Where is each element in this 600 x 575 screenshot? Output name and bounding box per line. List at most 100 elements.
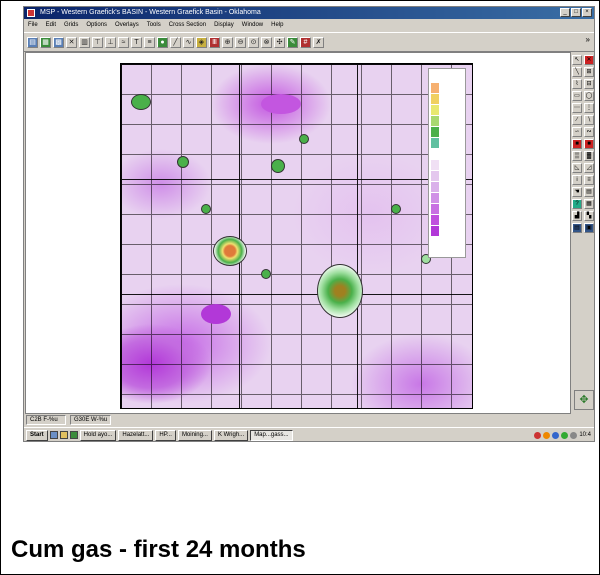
gas-anomaly-small [261, 269, 271, 279]
taskbar-item[interactable]: Hold ayo... [79, 429, 117, 441]
line-tool-icon[interactable]: ╲ [572, 67, 582, 77]
legend-swatch [431, 138, 439, 148]
menu-file[interactable]: File [28, 20, 38, 31]
chart-tool-icon[interactable]: ▟ [572, 211, 582, 221]
taskbar-item[interactable]: K Wrigh... [213, 429, 249, 441]
hatch-tool-icon[interactable]: ▓ [584, 151, 594, 161]
stamp-tool-icon[interactable]: ▤ [584, 187, 594, 197]
delete-tool-icon[interactable]: ✕ [584, 55, 594, 65]
taskbar-item[interactable]: Moining... [177, 429, 212, 441]
hatch-icon[interactable]: # [300, 36, 311, 48]
legend-swatch [431, 160, 439, 170]
list-tool-icon[interactable]: ≡ [584, 175, 594, 185]
well-icon[interactable]: ⊤ [92, 36, 103, 48]
grid-tool-icon[interactable]: ▦ [584, 199, 594, 209]
close-button[interactable]: × [582, 8, 592, 17]
info-tool-icon[interactable]: i [572, 175, 582, 185]
well-symbol-icon[interactable]: ⊥ [105, 36, 116, 48]
line-icon[interactable]: ╱ [170, 36, 181, 48]
palette-icon[interactable]: ◈ [196, 36, 207, 48]
polyline-tool-icon[interactable]: ⌇ [572, 79, 582, 89]
print-icon[interactable]: ▤ [27, 36, 38, 48]
table-tool-icon[interactable]: ▤ [572, 223, 582, 233]
triangle-right-tool-icon[interactable]: ◿ [584, 163, 594, 173]
window-title: MSP - Western Graefick's BASIN - Western… [40, 9, 261, 16]
zoom-in-icon[interactable]: ⊕ [222, 36, 233, 48]
taskbar: Start Hold ayo... Hazelatt... HP... Moin… [24, 427, 594, 441]
table-icon[interactable]: ▥ [79, 36, 90, 48]
maximize-button[interactable]: □ [571, 8, 581, 17]
menu-tools[interactable]: Tools [147, 20, 161, 31]
help-tool-icon[interactable]: ? [572, 199, 582, 209]
erase-icon[interactable]: ✗ [313, 36, 324, 48]
menu-display[interactable]: Display [214, 20, 234, 31]
tray-icon[interactable] [561, 431, 569, 439]
split-tool-icon[interactable]: ∽ [572, 127, 582, 137]
taskbar-item[interactable]: Hazelatt... [118, 429, 154, 441]
cum-gas-map[interactable] [120, 63, 473, 409]
gas-anomaly-small [201, 204, 211, 214]
hand-tool-icon[interactable]: ☚ [572, 187, 582, 197]
arrow-tool-icon[interactable]: ↖ [572, 55, 582, 65]
grid-icon[interactable]: ▩ [53, 36, 64, 48]
select-icon[interactable]: ✕ [66, 36, 77, 48]
quicklaunch-outlook-icon[interactable] [69, 431, 78, 439]
taskbar-item-active[interactable]: Map...gass... [250, 429, 293, 441]
stop-tool-icon[interactable]: ■ [572, 139, 582, 149]
export-tool-icon[interactable]: ▣ [584, 223, 594, 233]
menu-edit[interactable]: Edit [46, 20, 56, 31]
slide-frame: MSP - Western Graefick's BASIN - Western… [0, 0, 600, 575]
map-legend [428, 68, 466, 258]
contour-icon[interactable]: ≈ [118, 36, 129, 48]
tray-icon[interactable] [543, 431, 551, 439]
taskbar-item[interactable]: HP... [155, 429, 176, 441]
rect-tool-icon[interactable]: ▭ [572, 91, 582, 101]
node-tool-icon[interactable]: ⋮ [584, 103, 594, 113]
pencil-icon[interactable]: ✎ [287, 36, 298, 48]
fill-tool-icon[interactable]: ■ [584, 139, 594, 149]
menu-window[interactable]: Window [242, 20, 263, 31]
text-icon[interactable]: T [131, 36, 142, 48]
ellipse-tool-icon[interactable]: ◯ [584, 91, 594, 101]
zoom-full-icon[interactable]: ⊗ [261, 36, 272, 48]
legend-swatch [431, 116, 439, 126]
legend-swatch [431, 72, 439, 82]
measure-tool-icon[interactable]: ⊟ [584, 79, 594, 89]
tray-icon[interactable] [552, 431, 560, 439]
quicklaunch-ie-icon[interactable] [49, 431, 58, 439]
gas-anomaly-cluster [317, 264, 363, 318]
menu-grids[interactable]: Grids [64, 20, 78, 31]
quicklaunch-desktop-icon[interactable] [59, 431, 68, 439]
pattern-tool-icon[interactable]: ▒ [572, 151, 582, 161]
triangle-tool-icon[interactable]: ◺ [572, 163, 582, 173]
scale-tool-icon[interactable]: ⊞ [584, 67, 594, 77]
link-tool-icon[interactable]: ∕ [572, 115, 582, 125]
tray-clock: 10:4 [579, 432, 591, 438]
fault-icon[interactable]: Ⅲ [209, 36, 220, 48]
tray-icon[interactable] [570, 431, 578, 439]
pan-icon[interactable]: ✣ [274, 36, 285, 48]
globe-icon[interactable]: ● [157, 36, 168, 48]
layer-icon[interactable]: ≡ [144, 36, 155, 48]
minimize-button[interactable]: _ [560, 8, 570, 17]
toolbar-overflow-icon[interactable]: » [586, 35, 590, 44]
low-gas-area [201, 304, 231, 324]
merge-tool-icon[interactable]: ∾ [584, 127, 594, 137]
join-tool-icon[interactable]: ∖ [584, 115, 594, 125]
zoom-out-icon[interactable]: ⊖ [235, 36, 246, 48]
map-icon[interactable]: ▦ [40, 36, 51, 48]
menu-cross-section[interactable]: Cross Section [169, 20, 206, 31]
menu-help[interactable]: Help [271, 20, 283, 31]
status-bar: C2B F-%u G30E W-%u [24, 415, 594, 426]
zoom-window-icon[interactable]: ⊙ [248, 36, 259, 48]
menu-overlays[interactable]: Overlays [115, 20, 139, 31]
vertex-tool-icon[interactable]: ⋯ [572, 103, 582, 113]
gas-anomaly-small [299, 134, 309, 144]
curve-icon[interactable]: ∿ [183, 36, 194, 48]
menu-options[interactable]: Options [86, 20, 107, 31]
map-canvas[interactable] [25, 52, 571, 414]
tray-icon[interactable] [534, 431, 542, 439]
layer-tool-icon[interactable]: ▚ [584, 211, 594, 221]
pan-navigator-icon[interactable]: ✥ [574, 390, 594, 410]
start-button[interactable]: Start [26, 429, 48, 441]
